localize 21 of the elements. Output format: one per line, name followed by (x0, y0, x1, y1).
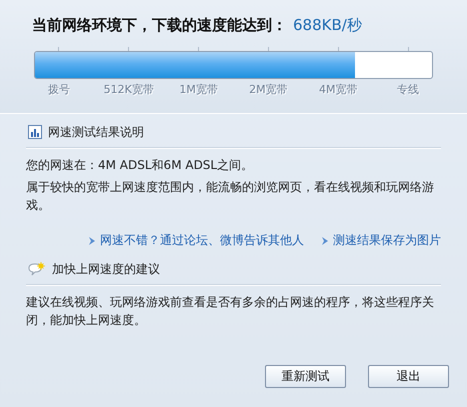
scale-label: 专线 (397, 82, 420, 97)
action-button[interactable]: 重新测试 (265, 365, 346, 388)
speed-value: 688KB/秒 (293, 16, 362, 35)
action-button[interactable]: 退出 (368, 365, 449, 388)
chart-icon (28, 125, 42, 139)
chevron-icon (89, 236, 95, 244)
scale-label: 拨号 (48, 82, 70, 97)
scale-label: 512K宽带 (104, 82, 154, 97)
speed-label: 当前网络环境下，下载的速度能达到： (32, 16, 287, 35)
scale-label: 1M宽带 (179, 82, 218, 97)
speech-bubble-icon (28, 262, 46, 276)
scale-label: 2M宽带 (249, 82, 288, 97)
share-link[interactable]: 网速不错？通过论坛、微博告诉其他人 (100, 232, 304, 249)
paragraph: 您的网速在：4M ADSL和6M ADSL之间。 (26, 157, 254, 174)
chevron-icon (322, 236, 328, 244)
section-title: 网速测试结果说明 (48, 124, 144, 140)
share-link[interactable]: 测速结果保存为图片 (333, 232, 441, 249)
section-title: 加快上网速度的建议 (52, 260, 160, 278)
scale-label: 4M宽带 (318, 82, 358, 97)
paragraph: 属于较快的宽带上网速度范围内，能流畅的浏览网页，看在线视频和玩网络游戏。 (26, 179, 435, 214)
paragraph: 建议在线视频、玩网络游戏前查看是否有多余的占网速的程序，将这些程序关闭，能加快上网速度。 (26, 294, 435, 329)
